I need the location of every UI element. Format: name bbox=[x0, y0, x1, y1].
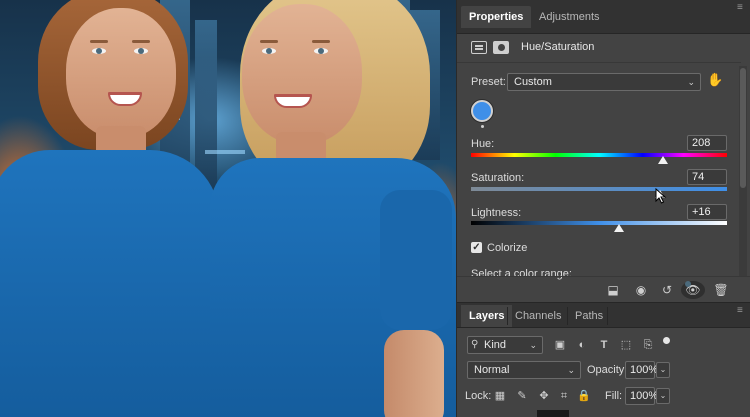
chevron-down-icon[interactable]: ⌄ bbox=[656, 362, 670, 378]
tab-paths[interactable]: Paths bbox=[571, 305, 607, 327]
filter-kind-value: Kind bbox=[484, 339, 507, 351]
lock-image-icon[interactable]: ✎ bbox=[515, 389, 529, 403]
swatch-indicator bbox=[481, 125, 484, 128]
opacity-value: 100% bbox=[630, 364, 659, 376]
hue-input[interactable]: 208 bbox=[687, 135, 727, 151]
tab-separator bbox=[507, 307, 508, 325]
mouse-cursor-icon bbox=[655, 188, 667, 204]
saturation-input[interactable]: 74 bbox=[687, 169, 727, 185]
properties-header: Hue/Saturation bbox=[471, 38, 594, 56]
view-previous-state-icon[interactable]: ◉ bbox=[631, 281, 651, 299]
left-person-brow bbox=[132, 40, 150, 43]
reset-adjustments-icon[interactable]: ↺ bbox=[657, 281, 677, 299]
lock-artboard-icon[interactable]: ⌗ bbox=[557, 389, 571, 403]
tab-channels[interactable]: Channels bbox=[511, 305, 565, 327]
fill-label: Fill: bbox=[605, 390, 623, 402]
search-icon: ⚲ bbox=[471, 339, 479, 350]
tab-adjustments[interactable]: Adjustments bbox=[533, 6, 606, 28]
chevron-down-icon: ⌄ bbox=[529, 340, 537, 350]
properties-scroll-thumb[interactable] bbox=[740, 68, 746, 188]
right-person bbox=[200, 0, 456, 417]
left-person-face bbox=[66, 8, 176, 138]
left-person-shirt bbox=[0, 150, 220, 417]
layer-thumbnail-strip[interactable] bbox=[537, 410, 569, 417]
right-person-brow bbox=[312, 40, 330, 43]
properties-tab-bar: Properties Adjustments ≡ bbox=[457, 0, 750, 34]
colorize-label: Colorize bbox=[487, 242, 528, 254]
hue-slider-thumb[interactable] bbox=[658, 156, 668, 164]
fill-input[interactable]: 100% ⌄ bbox=[625, 387, 670, 405]
delete-trash-icon[interactable]: 🗑 bbox=[711, 281, 731, 299]
layer-filter-kind-select[interactable]: ⚲ Kind ⌄ bbox=[467, 336, 543, 354]
properties-layers-panel: Properties Adjustments ≡ Hue/Saturation … bbox=[456, 0, 750, 417]
hue-label: Hue: bbox=[471, 138, 495, 150]
smart-object-filter-icon[interactable]: ⎘ bbox=[641, 338, 655, 352]
saturation-label: Saturation: bbox=[471, 172, 525, 184]
lock-all-icon[interactable]: 🔒 bbox=[577, 389, 591, 403]
tab-layers[interactable]: Layers bbox=[461, 305, 513, 327]
shape-filter-icon[interactable]: ⬚ bbox=[619, 338, 633, 352]
right-person-eye bbox=[314, 48, 328, 54]
left-person-eye bbox=[134, 48, 148, 54]
hue-slider-track[interactable] bbox=[471, 153, 727, 157]
preset-select[interactable]: Custom ⌄ bbox=[507, 73, 701, 91]
lightness-slider-thumb[interactable] bbox=[614, 224, 625, 232]
fill-value: 100% bbox=[630, 390, 659, 402]
toggle-visibility-eye-icon[interactable]: 👁 bbox=[681, 281, 705, 299]
layers-tab-bar: Layers Channels Paths ≡ bbox=[457, 302, 750, 328]
opacity-input[interactable]: 100% ⌄ bbox=[625, 361, 670, 379]
tab-separator bbox=[607, 307, 608, 325]
panel-menu-icon[interactable]: ≡ bbox=[737, 3, 747, 13]
saturation-slider-track[interactable] bbox=[471, 187, 727, 191]
colorize-checkbox[interactable]: ✓ bbox=[471, 242, 482, 253]
layers-menu-icon[interactable]: ≡ bbox=[737, 306, 747, 316]
right-person-smile bbox=[274, 94, 312, 108]
lightness-input[interactable]: +16 bbox=[687, 204, 727, 220]
chevron-down-icon: ⌄ bbox=[687, 77, 695, 87]
lightness-label: Lightness: bbox=[471, 207, 522, 219]
left-person-brow bbox=[90, 40, 108, 43]
right-person-face bbox=[242, 4, 362, 144]
properties-scrollbar[interactable] bbox=[739, 66, 747, 276]
tab-separator bbox=[567, 307, 568, 325]
on-image-adjust-hand-icon[interactable]: ✋ bbox=[707, 72, 723, 88]
properties-toolbar: ⬓ ◉ ↺ 👁 🗑 bbox=[457, 276, 750, 302]
layer-mask-icon[interactable] bbox=[493, 40, 509, 54]
preset-value: Custom bbox=[514, 76, 552, 88]
preset-label: Preset: bbox=[471, 76, 506, 88]
lock-label: Lock: bbox=[465, 390, 492, 402]
right-person-brow bbox=[260, 40, 278, 43]
lightness-slider-track[interactable] bbox=[471, 221, 727, 225]
adjustment-layer-icon[interactable] bbox=[471, 40, 487, 54]
blend-mode-select[interactable]: Normal ⌄ bbox=[467, 361, 581, 379]
lock-pixels-icon[interactable]: ▦ bbox=[493, 389, 507, 403]
colorize-swatch[interactable] bbox=[471, 100, 493, 122]
image-canvas[interactable] bbox=[0, 0, 456, 417]
chevron-down-icon[interactable]: ⌄ bbox=[656, 388, 670, 404]
type-filter-icon[interactable]: T bbox=[597, 338, 611, 352]
right-person-sleeve bbox=[380, 190, 452, 330]
lock-position-icon[interactable]: ✥ bbox=[537, 389, 551, 403]
left-person-eye bbox=[92, 48, 106, 54]
left-person bbox=[0, 0, 230, 417]
image-filter-icon[interactable]: ▣ bbox=[553, 338, 567, 352]
right-person-arm bbox=[384, 330, 444, 417]
opacity-label: Opacity: bbox=[587, 364, 628, 376]
chevron-down-icon: ⌄ bbox=[567, 365, 575, 375]
header-divider bbox=[457, 62, 741, 63]
filter-toggle-icon[interactable] bbox=[663, 337, 670, 344]
adjustment-filter-icon[interactable]: ◐ bbox=[575, 338, 589, 352]
right-person-eye bbox=[262, 48, 276, 54]
clip-to-layer-icon[interactable]: ⬓ bbox=[603, 281, 623, 299]
blend-mode-value: Normal bbox=[474, 364, 510, 376]
tab-properties[interactable]: Properties bbox=[461, 6, 532, 28]
adjustment-title: Hue/Saturation bbox=[521, 41, 595, 53]
